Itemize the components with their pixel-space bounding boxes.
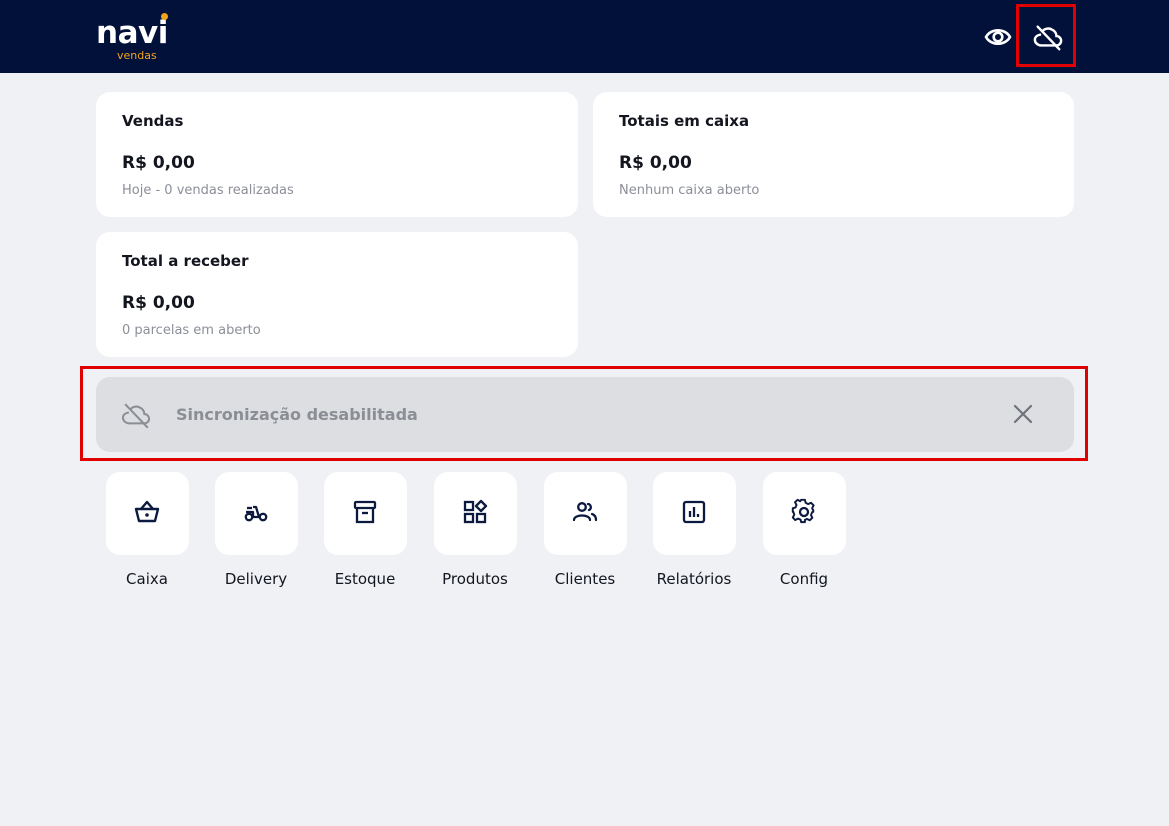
close-icon[interactable] (1010, 401, 1036, 427)
shortcut-label: Delivery (224, 570, 288, 588)
eye-icon[interactable] (983, 22, 1013, 52)
shortcut-label: Caixa (126, 570, 168, 588)
shortcut-caixa[interactable]: Caixa (92, 472, 202, 588)
cloud-off-icon (120, 401, 151, 429)
card-subtitle: 0 parcelas em aberto (122, 323, 261, 338)
basket-icon (133, 498, 161, 530)
category-icon (461, 498, 489, 530)
shortcut-config-button[interactable] (762, 472, 846, 555)
navi-logo[interactable]: navi vendas (96, 12, 186, 64)
shortcut-config[interactable]: Config (749, 472, 859, 588)
chart-icon (680, 498, 708, 530)
sync-banner-text: Sincronização desabilitada (176, 405, 418, 424)
shortcut-produtos[interactable]: Produtos (420, 472, 530, 588)
card-subtitle: Nenhum caixa aberto (619, 183, 760, 198)
shortcut-label: Config (779, 570, 829, 588)
archive-box-icon (351, 498, 379, 530)
card-value: R$ 0,00 (122, 293, 195, 313)
sales-card[interactable]: Vendas R$ 0,00 Hoje - 0 vendas realizada… (96, 92, 578, 217)
top-bar: navi vendas (0, 0, 1169, 73)
shortcut-label: Clientes (554, 570, 616, 588)
shortcut-estoque[interactable]: Estoque (310, 472, 420, 588)
receivables-card[interactable]: Total a receber R$ 0,00 0 parcelas em ab… (96, 232, 578, 357)
card-title: Vendas (122, 112, 184, 130)
shortcut-delivery[interactable]: Delivery (201, 472, 311, 588)
logo-subtext: vendas (117, 49, 157, 62)
shortcut-label: Produtos (442, 570, 508, 588)
sync-disabled-banner: Sincronização desabilitada (96, 377, 1074, 452)
shortcut-clientes[interactable]: Clientes (530, 472, 640, 588)
logo-dot (161, 13, 168, 20)
card-value: R$ 0,00 (619, 153, 692, 173)
shortcut-label: Relatórios (656, 570, 732, 588)
shortcut-relatorios[interactable]: Relatórios (639, 472, 749, 588)
shortcut-delivery-button[interactable] (214, 472, 298, 555)
people-icon (571, 498, 599, 530)
shortcut-relatorios-button[interactable] (652, 472, 736, 555)
cash-totals-card[interactable]: Totais em caixa R$ 0,00 Nenhum caixa abe… (593, 92, 1074, 217)
shortcut-produtos-button[interactable] (433, 472, 517, 555)
card-subtitle: Hoje - 0 vendas realizadas (122, 183, 294, 198)
logo-text: navi (96, 15, 168, 51)
card-title: Totais em caixa (619, 112, 750, 130)
scooter-icon (242, 498, 270, 530)
card-title: Total a receber (122, 252, 249, 270)
shortcut-estoque-button[interactable] (323, 472, 407, 555)
shortcut-caixa-button[interactable] (105, 472, 189, 555)
shortcut-label: Estoque (334, 570, 396, 588)
card-value: R$ 0,00 (122, 153, 195, 173)
gear-icon (790, 498, 818, 530)
shortcut-clientes-button[interactable] (543, 472, 627, 555)
cloud-icon-highlight (1016, 4, 1076, 67)
